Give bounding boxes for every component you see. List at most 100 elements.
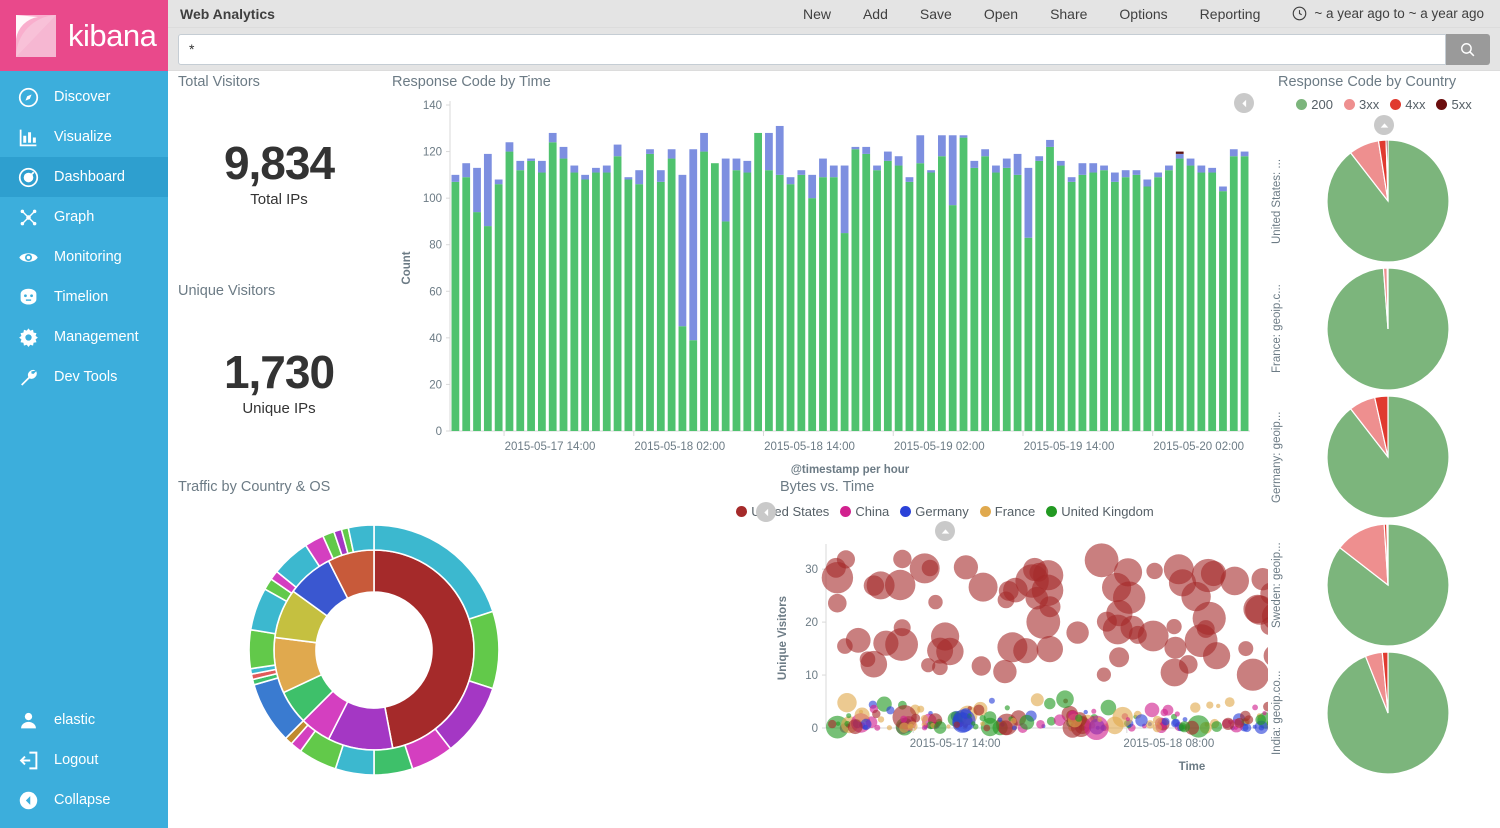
scatter-point[interactable]: [900, 716, 907, 723]
bar-segment[interactable]: [787, 184, 795, 431]
bar-segment[interactable]: [1111, 173, 1119, 182]
sidebar-item-dev-tools[interactable]: Dev Tools: [0, 357, 168, 397]
bar-segment[interactable]: [700, 152, 708, 431]
bar-segment[interactable]: [765, 170, 773, 431]
scatter-point[interactable]: [921, 715, 928, 722]
bar-segment[interactable]: [495, 180, 503, 185]
scatter-point[interactable]: [1222, 718, 1234, 730]
legend-expand-button[interactable]: [1374, 115, 1394, 135]
bar-segment[interactable]: [819, 159, 827, 178]
pie-slice[interactable]: [1387, 268, 1388, 329]
bar-segment[interactable]: [895, 156, 903, 165]
bar-segment[interactable]: [1122, 170, 1130, 177]
bar-segment[interactable]: [1122, 177, 1130, 431]
bar-segment[interactable]: [841, 233, 849, 431]
bytes-vs-time-scatter-chart[interactable]: 01020302015-05-17 14:002015-05-18 08:002…: [598, 538, 1268, 798]
response-code-bar-chart[interactable]: 0204060801001201402015-05-17 14:002015-0…: [388, 91, 1268, 481]
sidebar-item-timelion[interactable]: Timelion: [0, 277, 168, 317]
scatter-point[interactable]: [1153, 723, 1162, 732]
bar-segment[interactable]: [516, 170, 524, 431]
donut-slice[interactable]: [469, 611, 499, 688]
bar-segment[interactable]: [819, 177, 827, 431]
bar-segment[interactable]: [722, 221, 730, 431]
scatter-point[interactable]: [1011, 718, 1017, 724]
scatter-point[interactable]: [837, 693, 856, 712]
bar-segment[interactable]: [603, 166, 611, 173]
bar-segment[interactable]: [884, 152, 892, 161]
bar-segment[interactable]: [1176, 159, 1184, 431]
bar-segment[interactable]: [452, 175, 460, 182]
metric-total-visitors[interactable]: 9,834 Total IPs: [174, 91, 384, 256]
scatter-point[interactable]: [1161, 659, 1189, 687]
bar-segment[interactable]: [668, 159, 676, 431]
scatter-point[interactable]: [848, 719, 863, 734]
bar-segment[interactable]: [1165, 170, 1173, 431]
bar-segment[interactable]: [592, 173, 600, 431]
scatter-point[interactable]: [1259, 725, 1264, 730]
scatter-point[interactable]: [885, 628, 918, 661]
scatter-point[interactable]: [931, 622, 959, 650]
scatter-point[interactable]: [1263, 702, 1268, 712]
country-pie-chart[interactable]: [1286, 137, 1486, 265]
bar-segment[interactable]: [895, 166, 903, 431]
scatter-point[interactable]: [887, 725, 892, 730]
bar-segment[interactable]: [808, 198, 816, 431]
bar-segment[interactable]: [1100, 166, 1108, 171]
bar-segment[interactable]: [689, 340, 697, 431]
bar-segment[interactable]: [1154, 177, 1162, 431]
bar-segment[interactable]: [570, 173, 578, 431]
scatter-point[interactable]: [1129, 626, 1147, 644]
bar-segment[interactable]: [1187, 166, 1195, 431]
bar-segment[interactable]: [646, 149, 654, 154]
bar-segment[interactable]: [1014, 154, 1022, 175]
bar-segment[interactable]: [1241, 156, 1249, 431]
scatter-point[interactable]: [1044, 698, 1055, 709]
scatter-point[interactable]: [1234, 718, 1244, 728]
bar-segment[interactable]: [473, 168, 481, 212]
bar-segment[interactable]: [581, 180, 589, 431]
bar-segment[interactable]: [808, 175, 816, 198]
bar-segment[interactable]: [624, 180, 632, 431]
scatter-point[interactable]: [1216, 704, 1220, 708]
sidebar-item-monitoring[interactable]: Monitoring: [0, 237, 168, 277]
bar-segment[interactable]: [970, 161, 978, 168]
scatter-point[interactable]: [1019, 715, 1034, 730]
scatter-point[interactable]: [946, 724, 950, 728]
bar-segment[interactable]: [1035, 156, 1043, 161]
scatter-point[interactable]: [910, 553, 940, 583]
scatter-point[interactable]: [1031, 693, 1044, 706]
bar-segment[interactable]: [711, 163, 719, 431]
menu-new[interactable]: New: [787, 6, 847, 22]
scatter-point[interactable]: [1190, 702, 1200, 712]
bar-segment[interactable]: [1014, 175, 1022, 431]
scatter-point[interactable]: [828, 594, 847, 613]
scatter-point[interactable]: [1237, 659, 1268, 691]
bar-segment[interactable]: [581, 175, 589, 180]
bar-segment[interactable]: [722, 159, 730, 222]
scatter-point[interactable]: [954, 722, 960, 728]
bar-segment[interactable]: [743, 161, 751, 173]
scatter-point[interactable]: [972, 656, 991, 675]
scatter-point[interactable]: [1175, 711, 1180, 716]
bar-segment[interactable]: [484, 226, 492, 431]
scatter-point[interactable]: [922, 725, 927, 730]
scatter-point[interactable]: [1171, 719, 1179, 727]
sidebar-item-user[interactable]: elastic: [0, 700, 168, 740]
legend-item[interactable]: France: [980, 504, 1035, 519]
scatter-point[interactable]: [1037, 636, 1063, 662]
bar-segment[interactable]: [743, 173, 751, 431]
scatter-point[interactable]: [980, 721, 985, 726]
scatter-point[interactable]: [1114, 558, 1142, 586]
scatter-point[interactable]: [999, 581, 1019, 601]
scatter-point[interactable]: [878, 716, 884, 722]
search-input[interactable]: [178, 34, 1446, 65]
bar-segment[interactable]: [1143, 180, 1151, 187]
scatter-point[interactable]: [1085, 543, 1119, 577]
scatter-point[interactable]: [893, 550, 911, 568]
bar-segment[interactable]: [1230, 149, 1238, 156]
bar-segment[interactable]: [776, 126, 784, 175]
bar-segment[interactable]: [1230, 156, 1238, 431]
country-pie-chart[interactable]: [1286, 649, 1486, 777]
bar-segment[interactable]: [981, 149, 989, 156]
scatter-point[interactable]: [908, 721, 918, 731]
